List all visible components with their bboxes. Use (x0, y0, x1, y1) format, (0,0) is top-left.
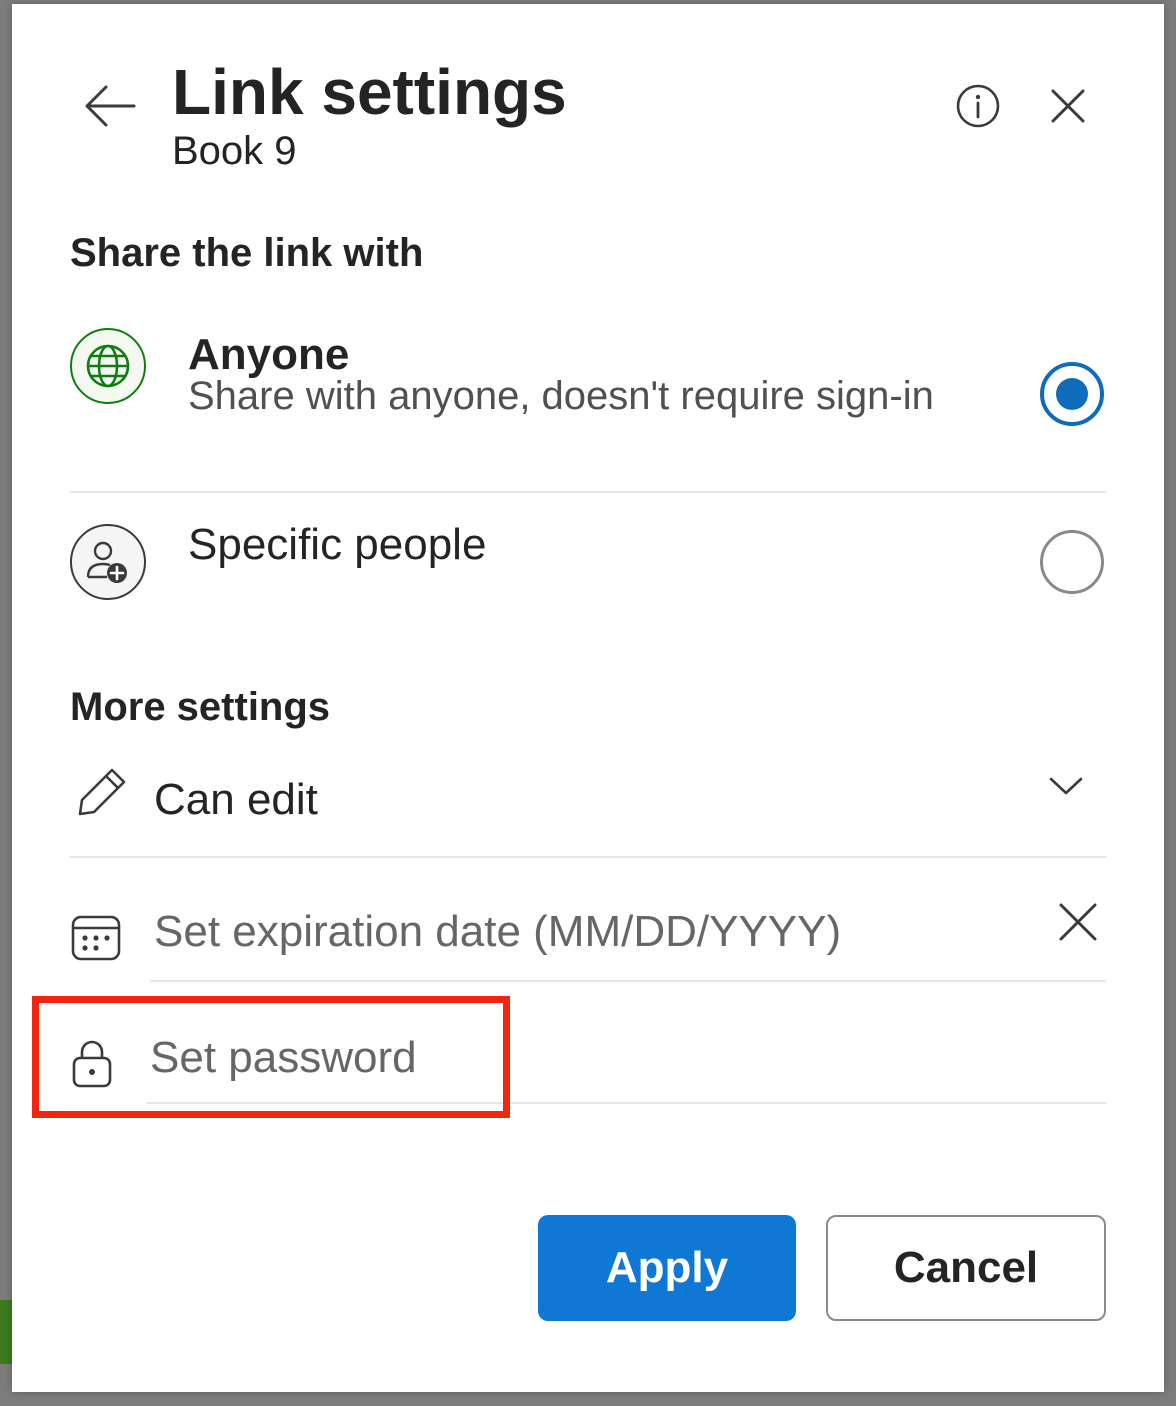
close-icon (1059, 903, 1097, 941)
person-add-icon-wrapper (70, 524, 146, 600)
person-add-icon (86, 541, 127, 583)
link-settings-dialog: Link settings Book 9 Share the link with… (12, 4, 1164, 1392)
highlight-annotation (32, 996, 510, 1118)
share-section-heading: Share the link with (70, 231, 424, 275)
cancel-button[interactable]: Cancel (826, 1215, 1106, 1321)
globe-icon-wrapper (70, 328, 146, 404)
close-button[interactable] (1040, 78, 1096, 134)
permission-dropdown-toggle[interactable] (1042, 766, 1090, 806)
clear-expiration-button[interactable] (1052, 896, 1104, 948)
dialog-subtitle: Book 9 (172, 129, 297, 173)
arrow-left-icon (85, 85, 136, 127)
expiration-date-field[interactable]: Set expiration date (MM/DD/YYYY) (154, 902, 1034, 982)
background-green-tab (0, 1300, 12, 1364)
info-button[interactable] (950, 78, 1006, 134)
radio-anyone[interactable] (1040, 362, 1104, 426)
calendar-icon (71, 915, 121, 961)
apply-button[interactable]: Apply (538, 1215, 796, 1321)
radio-specific-people[interactable] (1040, 530, 1104, 594)
divider (70, 491, 1106, 493)
close-icon (1051, 89, 1085, 123)
pencil-icon (78, 768, 126, 816)
more-settings-heading: More settings (70, 685, 331, 729)
option-anyone-title: Anyone (188, 330, 350, 379)
divider (70, 856, 1106, 858)
calendar-icon-wrapper (70, 912, 122, 969)
permission-label: Can edit (154, 775, 318, 824)
option-specific-people-title: Specific people (188, 520, 487, 569)
chevron-down-icon (1049, 777, 1083, 795)
info-icon (956, 84, 1000, 128)
divider (150, 980, 1106, 982)
pencil-icon-wrapper (76, 766, 128, 823)
dialog-title: Link settings (172, 56, 567, 128)
globe-icon (86, 344, 130, 388)
option-anyone-description: Share with anyone, doesn't require sign-… (188, 374, 934, 418)
back-button[interactable] (78, 74, 142, 138)
